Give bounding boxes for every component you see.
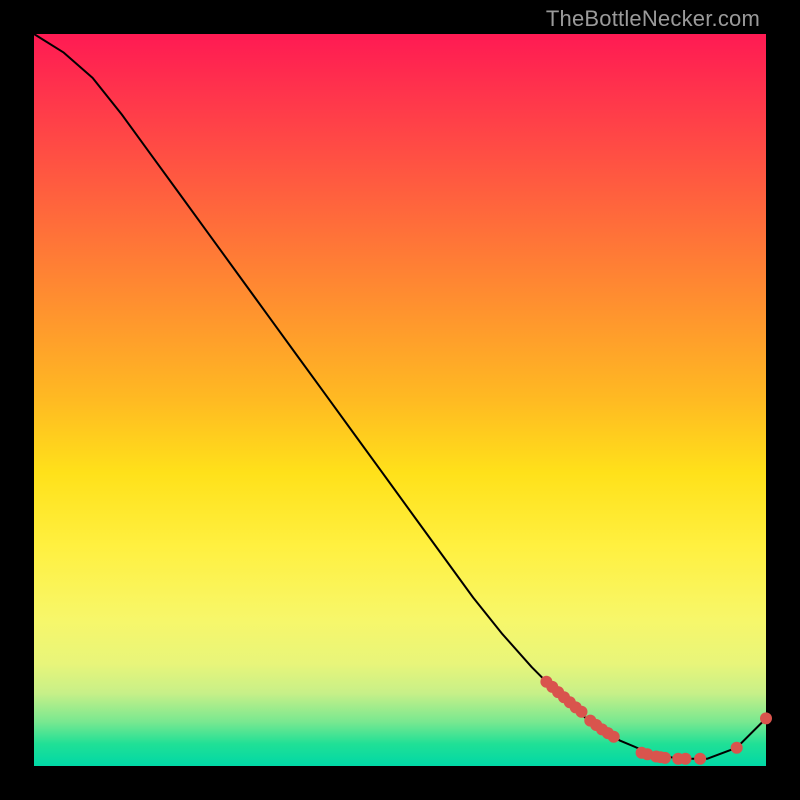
marker-group (540, 676, 772, 765)
chart-frame: TheBottleNecker.com (0, 0, 800, 800)
marker-dot (659, 752, 671, 764)
marker-dot (576, 706, 588, 718)
marker-dot (680, 753, 692, 765)
bottleneck-curve (34, 34, 766, 759)
chart-svg (34, 34, 766, 766)
marker-dot (608, 731, 620, 743)
marker-dot (731, 742, 743, 754)
marker-dot (760, 712, 772, 724)
watermark-text: TheBottleNecker.com (546, 6, 760, 32)
marker-dot (694, 753, 706, 765)
plot-area (34, 34, 766, 766)
